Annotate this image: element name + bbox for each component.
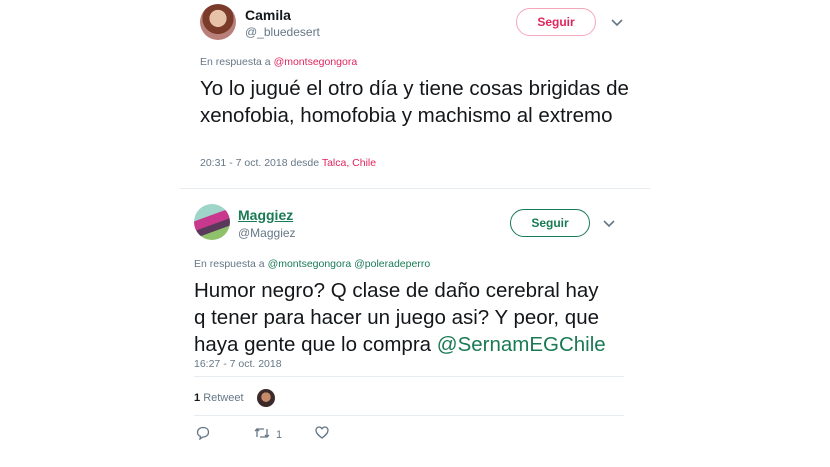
actions-divider [194, 415, 624, 416]
avatar[interactable] [194, 204, 230, 240]
retweet-stats[interactable]: 1 Retweet [194, 392, 244, 404]
retweet-count: 1 [194, 392, 201, 404]
reply-mention-link[interactable]: @montsegongora [274, 56, 358, 68]
reply-prefix: En respuesta a [194, 258, 265, 270]
stats-divider [194, 376, 624, 377]
tweet-timestamp-line: 20:31 - 7 oct. 2018 desde Talca, Chile [200, 157, 376, 169]
display-name[interactable]: Camila [245, 7, 291, 23]
heart-icon [315, 426, 329, 442]
retweet-button[interactable]: 1 [254, 426, 282, 443]
tweet-text: Yo lo jugué el otro día y tiene cosas br… [200, 77, 629, 127]
tweet-maggiez: Maggiez @Maggiez Seguir En respuesta a @… [0, 196, 830, 467]
tweet-text: Humor negro? Q clase de daño cerebral ha… [194, 277, 614, 358]
chevron-down-icon[interactable] [601, 216, 617, 232]
display-name[interactable]: Maggiez [238, 207, 293, 223]
reply-prefix: En respuesta a [200, 56, 271, 68]
like-button[interactable] [315, 426, 329, 442]
timestamp[interactable]: 20:31 - 7 oct. 2018 desde [200, 157, 319, 169]
avatar[interactable] [200, 4, 236, 40]
location-link[interactable]: Talca, Chile [322, 157, 376, 169]
retweet-action-count: 1 [276, 428, 283, 441]
retweet-icon [254, 426, 270, 443]
timestamp[interactable]: 16:27 - 7 oct. 2018 [194, 358, 282, 370]
retweet-label: Retweet [203, 392, 244, 404]
reply-mention-link[interactable]: @poleradeperro [354, 258, 430, 270]
reply-context: En respuesta a @montsegongora @poleradep… [194, 258, 430, 270]
reply-mention-link[interactable]: @montsegongora [268, 258, 352, 270]
chevron-down-icon[interactable] [609, 15, 625, 31]
reply-icon [196, 426, 210, 443]
reply-button[interactable] [196, 426, 210, 443]
mention-link[interactable]: @SernamEGChile [437, 333, 606, 356]
follow-button[interactable]: Seguir [510, 209, 590, 237]
follow-button[interactable]: Seguir [516, 8, 596, 36]
user-handle[interactable]: @Maggiez [238, 226, 296, 240]
tweet-camila: Camila @_bluedesert Seguir En respuesta … [0, 0, 830, 180]
retweeter-avatar[interactable] [257, 389, 275, 407]
user-handle[interactable]: @_bluedesert [245, 25, 320, 39]
tweet-divider [180, 188, 650, 189]
reply-context: En respuesta a @montsegongora [200, 56, 357, 68]
